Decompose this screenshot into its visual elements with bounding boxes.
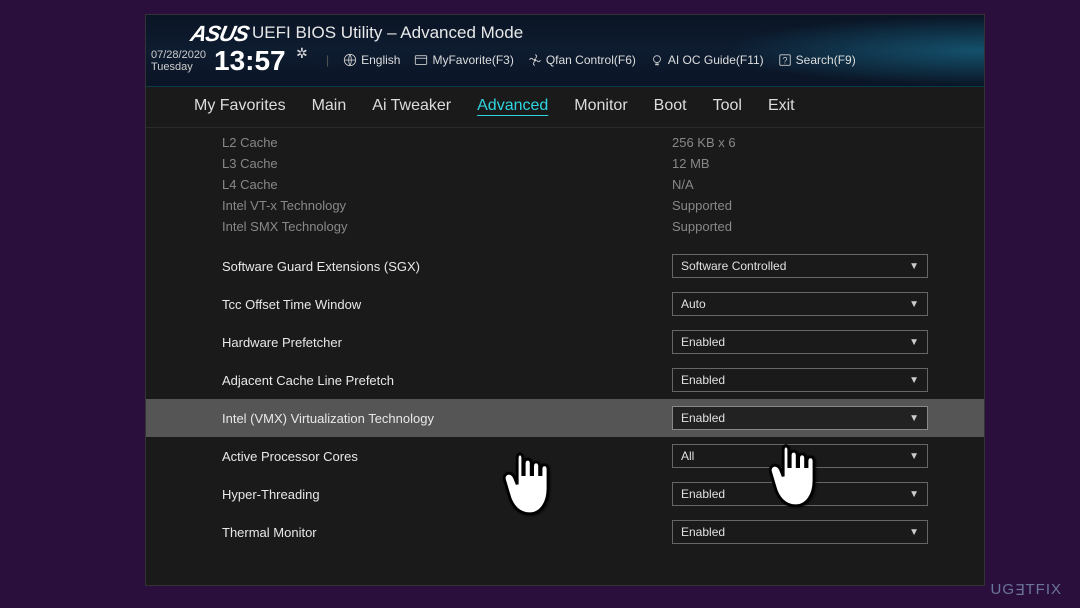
date-block: 07/28/2020 Tuesday xyxy=(151,49,206,73)
info-value: Supported xyxy=(672,219,732,234)
dropdown-value: All xyxy=(681,449,694,463)
dropdown-hw-prefetcher[interactable]: Enabled ▼ xyxy=(672,330,928,354)
page-title: UEFI BIOS Utility – Advanced Mode xyxy=(252,23,523,43)
dropdown-sgx[interactable]: Software Controlled ▼ xyxy=(672,254,928,278)
setting-label: Tcc Offset Time Window xyxy=(222,297,672,312)
setting-row-hyper-threading[interactable]: Hyper-Threading Enabled ▼ xyxy=(146,475,984,513)
tab-ai-tweaker[interactable]: Ai Tweaker xyxy=(372,97,451,119)
bulb-icon xyxy=(650,53,664,67)
search-label: Search(F9) xyxy=(796,53,856,67)
language-label: English xyxy=(361,53,400,67)
aioc-button[interactable]: AI OC Guide(F11) xyxy=(650,53,764,67)
info-label: L4 Cache xyxy=(222,177,672,192)
myfavorite-label: MyFavorite(F3) xyxy=(432,53,513,67)
date-text: 07/28/2020 xyxy=(151,49,206,61)
brand-logo: ASUS xyxy=(188,21,251,47)
dropdown-hyper-threading[interactable]: Enabled ▼ xyxy=(672,482,928,506)
header: ASUS UEFI BIOS Utility – Advanced Mode 0… xyxy=(146,15,984,87)
setting-label: Intel (VMX) Virtualization Technology xyxy=(222,411,672,426)
separator: | xyxy=(326,53,329,67)
setting-row-adjacent-cache[interactable]: Adjacent Cache Line Prefetch Enabled ▼ xyxy=(146,361,984,399)
aioc-label: AI OC Guide(F11) xyxy=(668,53,764,67)
globe-icon xyxy=(343,53,357,67)
tab-exit[interactable]: Exit xyxy=(768,97,795,119)
setting-row-tcc[interactable]: Tcc Offset Time Window Auto ▼ xyxy=(146,285,984,323)
tab-tool[interactable]: Tool xyxy=(713,97,742,119)
tab-main[interactable]: Main xyxy=(312,97,347,119)
setting-row-hw-prefetcher[interactable]: Hardware Prefetcher Enabled ▼ xyxy=(146,323,984,361)
info-value: N/A xyxy=(672,177,694,192)
clock: 13:57 xyxy=(214,45,286,77)
dropdown-vmx[interactable]: Enabled ▼ xyxy=(672,406,928,430)
dropdown-value: Software Controlled xyxy=(681,259,786,273)
day-text: Tuesday xyxy=(151,61,206,73)
tab-my-favorites[interactable]: My Favorites xyxy=(194,97,286,119)
chevron-down-icon: ▼ xyxy=(909,451,919,462)
info-row: Intel SMX Technology Supported xyxy=(146,216,984,237)
setting-row-sgx[interactable]: Software Guard Extensions (SGX) Software… xyxy=(146,247,984,285)
language-selector[interactable]: English xyxy=(343,53,400,67)
setting-label: Thermal Monitor xyxy=(222,525,672,540)
setting-row-vmx[interactable]: Intel (VMX) Virtualization Technology En… xyxy=(146,399,984,437)
dropdown-value: Auto xyxy=(681,297,706,311)
chevron-down-icon: ▼ xyxy=(909,489,919,500)
qfan-label: Qfan Control(F6) xyxy=(546,53,636,67)
dropdown-value: Enabled xyxy=(681,525,725,539)
dropdown-value: Enabled xyxy=(681,487,725,501)
info-row: L3 Cache 12 MB xyxy=(146,153,984,174)
dropdown-adjacent-cache[interactable]: Enabled ▼ xyxy=(672,368,928,392)
info-value: 12 MB xyxy=(672,156,710,171)
question-icon: ? xyxy=(778,53,792,67)
tab-bar: My Favorites Main Ai Tweaker Advanced Mo… xyxy=(146,87,984,128)
chevron-down-icon: ▼ xyxy=(909,261,919,272)
info-row: Intel VT-x Technology Supported xyxy=(146,195,984,216)
chevron-down-icon: ▼ xyxy=(909,413,919,424)
header-decoration xyxy=(724,15,984,86)
svg-text:?: ? xyxy=(782,56,787,66)
setting-label: Hyper-Threading xyxy=(222,487,672,502)
dropdown-value: Enabled xyxy=(681,335,725,349)
tab-boot[interactable]: Boot xyxy=(654,97,687,119)
dropdown-value: Enabled xyxy=(681,373,725,387)
dropdown-value: Enabled xyxy=(681,411,725,425)
myfavorite-button[interactable]: MyFavorite(F3) xyxy=(414,53,513,67)
info-row: L4 Cache N/A xyxy=(146,174,984,195)
watermark: UG∃TFIX xyxy=(991,580,1062,598)
tab-advanced[interactable]: Advanced xyxy=(477,97,548,119)
setting-row-thermal-monitor[interactable]: Thermal Monitor Enabled ▼ xyxy=(146,513,984,551)
chevron-down-icon: ▼ xyxy=(909,527,919,538)
setting-row-active-cores[interactable]: Active Processor Cores All ▼ xyxy=(146,437,984,475)
info-value: 256 KB x 6 xyxy=(672,135,736,150)
info-label: Intel VT-x Technology xyxy=(222,198,672,213)
dropdown-tcc[interactable]: Auto ▼ xyxy=(672,292,928,316)
folder-icon xyxy=(414,53,428,67)
chevron-down-icon: ▼ xyxy=(909,337,919,348)
search-button[interactable]: ? Search(F9) xyxy=(778,53,856,67)
chevron-down-icon: ▼ xyxy=(909,299,919,310)
qfan-button[interactable]: Qfan Control(F6) xyxy=(528,53,636,67)
bios-window: ASUS UEFI BIOS Utility – Advanced Mode 0… xyxy=(145,14,985,586)
fan-icon xyxy=(528,53,542,67)
info-row: L2 Cache 256 KB x 6 xyxy=(146,132,984,153)
tab-monitor[interactable]: Monitor xyxy=(574,97,627,119)
setting-label: Software Guard Extensions (SGX) xyxy=(222,259,672,274)
info-label: L3 Cache xyxy=(222,156,672,171)
dropdown-active-cores[interactable]: All ▼ xyxy=(672,444,928,468)
info-value: Supported xyxy=(672,198,732,213)
info-label: L2 Cache xyxy=(222,135,672,150)
setting-label: Hardware Prefetcher xyxy=(222,335,672,350)
topbar: | English MyFavorite(F3) Qfan Control(F6… xyxy=(326,53,856,67)
dropdown-thermal-monitor[interactable]: Enabled ▼ xyxy=(672,520,928,544)
chevron-down-icon: ▼ xyxy=(909,375,919,386)
setting-label: Active Processor Cores xyxy=(222,449,672,464)
info-label: Intel SMX Technology xyxy=(222,219,672,234)
content-area: L2 Cache 256 KB x 6 L3 Cache 12 MB L4 Ca… xyxy=(146,128,984,551)
setting-label: Adjacent Cache Line Prefetch xyxy=(222,373,672,388)
gear-icon[interactable]: ✲ xyxy=(296,45,308,62)
